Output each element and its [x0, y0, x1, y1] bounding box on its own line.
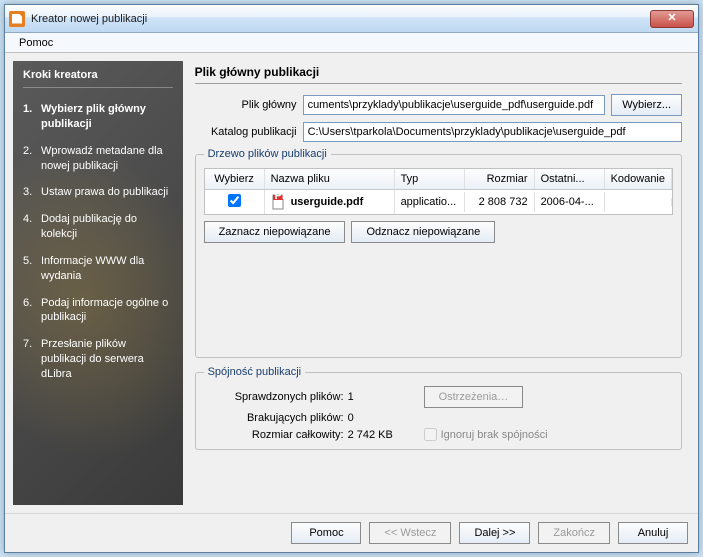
footer-buttons: Pomoc << Wstecz Dalej >> Zakończ Anuluj — [5, 513, 698, 552]
sidebar-header: Kroki kreatora — [23, 69, 173, 88]
row-type: applicatio... — [395, 192, 465, 212]
col-select[interactable]: Wybierz — [205, 169, 265, 189]
file-table-header: Wybierz Nazwa pliku Typ Rozmiar Ostatni.… — [205, 169, 672, 190]
ignore-coherence-label: Ignoruj brak spójności — [441, 429, 548, 441]
total-size-value: 2 742 KB — [344, 429, 424, 441]
step-3[interactable]: Ustaw prawa do publikacji — [23, 179, 173, 206]
col-size[interactable]: Rozmiar — [465, 169, 535, 189]
col-encoding[interactable]: Kodowanie — [605, 169, 672, 189]
missing-files-value: 0 — [344, 412, 424, 424]
next-button[interactable]: Dalej >> — [459, 522, 530, 544]
missing-files-label: Brakujących plików: — [204, 412, 344, 424]
unmark-unbound-button[interactable]: Odznacz niepowiązane — [351, 221, 495, 243]
file-tree-group: Drzewo plików publikacji Wybierz Nazwa p… — [195, 148, 682, 358]
file-table: Wybierz Nazwa pliku Typ Rozmiar Ostatni.… — [204, 168, 673, 215]
finish-button: Zakończ — [538, 522, 610, 544]
help-button[interactable]: Pomoc — [291, 522, 361, 544]
main-panel: Plik główny publikacji Plik główny Wybie… — [183, 61, 690, 505]
checked-files-value: 1 — [344, 391, 424, 403]
cancel-button[interactable]: Anuluj — [618, 522, 688, 544]
catalog-row: Katalog publikacji — [195, 122, 682, 142]
file-tree-legend: Drzewo plików publikacji — [204, 148, 331, 160]
catalog-label: Katalog publikacji — [195, 126, 297, 138]
step-4[interactable]: Dodaj publikację do kolekcji — [23, 206, 173, 248]
row-filename: userguide.pdf — [291, 196, 364, 208]
window-title: Kreator nowej publikacji — [31, 13, 650, 25]
pdf-icon: PDF — [271, 194, 287, 210]
mainfile-label: Plik główny — [195, 99, 297, 111]
catalog-input[interactable] — [303, 122, 682, 142]
menu-help[interactable]: Pomoc — [13, 35, 59, 51]
menubar: Pomoc — [5, 33, 698, 53]
row-modified: 2006-04-... — [535, 192, 605, 212]
mainfile-row: Plik główny Wybierz... — [195, 94, 682, 116]
step-1[interactable]: Wybierz plik główny publikacji — [23, 96, 173, 138]
row-checkbox[interactable] — [228, 194, 241, 207]
step-2[interactable]: Wprowadź metadane dla nowej publikacji — [23, 138, 173, 180]
close-button[interactable]: ✕ — [650, 10, 694, 28]
col-modified[interactable]: Ostatni... — [535, 169, 605, 189]
app-icon — [9, 11, 25, 27]
mainfile-input[interactable] — [303, 95, 606, 115]
titlebar: Kreator nowej publikacji ✕ — [5, 5, 698, 33]
step-5[interactable]: Informacje WWW dla wydania — [23, 248, 173, 290]
step-7[interactable]: Przesłanie plików publikacji do serwera … — [23, 331, 173, 388]
browse-button[interactable]: Wybierz... — [611, 94, 682, 116]
content-area: Kroki kreatora Wybierz plik główny publi… — [5, 53, 698, 513]
warnings-button: Ostrzeżenia… — [424, 386, 524, 408]
col-name[interactable]: Nazwa pliku — [265, 169, 395, 189]
mark-unbound-button[interactable]: Zaznacz niepowiązane — [204, 221, 346, 243]
coherence-group: Spójność publikacji Sprawdzonych plików:… — [195, 366, 682, 450]
page-title: Plik główny publikacji — [195, 65, 682, 84]
step-6[interactable]: Podaj informacje ogólne o publikacji — [23, 290, 173, 332]
sidebar: Kroki kreatora Wybierz plik główny publi… — [13, 61, 183, 505]
wizard-window: Kreator nowej publikacji ✕ Pomoc Kroki k… — [4, 4, 699, 553]
total-size-label: Rozmiar całkowity: — [204, 429, 344, 441]
svg-text:PDF: PDF — [274, 194, 287, 202]
table-row[interactable]: PDF userguide.pdf applicatio... 2 808 73… — [205, 190, 672, 214]
row-encoding — [605, 198, 672, 206]
col-type[interactable]: Typ — [395, 169, 465, 189]
coherence-legend: Spójność publikacji — [204, 366, 306, 378]
checked-files-label: Sprawdzonych plików: — [204, 391, 344, 403]
back-button: << Wstecz — [369, 522, 451, 544]
tree-buttons: Zaznacz niepowiązane Odznacz niepowiązan… — [204, 221, 673, 243]
wizard-steps: Wybierz plik główny publikacji Wprowadź … — [23, 96, 173, 388]
row-size: 2 808 732 — [465, 192, 535, 212]
ignore-coherence-checkbox — [424, 428, 437, 441]
